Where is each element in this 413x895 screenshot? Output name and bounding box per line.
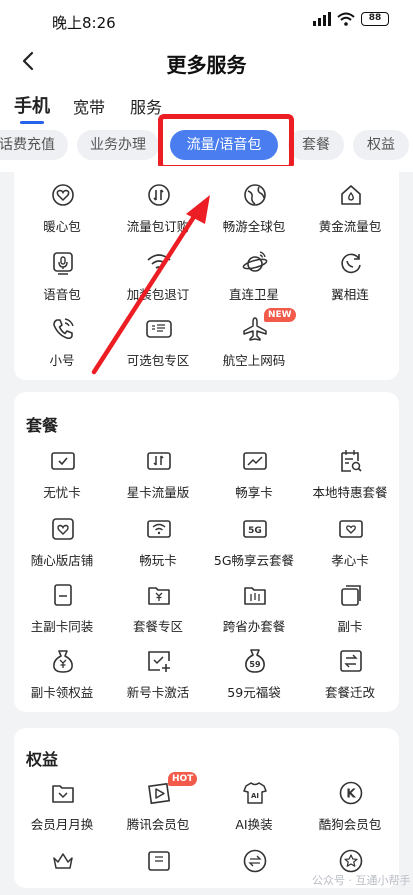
svg-text:K: K bbox=[346, 787, 356, 801]
gift-box-icon bbox=[52, 785, 74, 803]
status-bar: 晚上8:26 88 bbox=[0, 0, 413, 42]
plan-item-activate[interactable]: 新号卡激活 bbox=[110, 648, 206, 708]
service-item-optional-pack[interactable]: 可选包专区 bbox=[110, 316, 206, 376]
calendar-search-icon bbox=[341, 450, 362, 472]
service-item-data-order[interactable]: 流量包订购 bbox=[110, 182, 206, 242]
map-folder-icon bbox=[244, 587, 266, 605]
heart-card-icon bbox=[339, 520, 363, 538]
plan-item-sub-card[interactable]: 副卡 bbox=[302, 582, 398, 642]
status-time: 晚上8:26 bbox=[52, 14, 116, 32]
status-icons: 88 bbox=[313, 12, 389, 26]
plan-item-sub-benefits[interactable]: 副卡领权益 bbox=[14, 648, 110, 708]
watermark: 公众号 · 互通小帮手 bbox=[312, 874, 411, 887]
microphone-icon bbox=[53, 252, 73, 275]
svg-text:AI: AI bbox=[251, 792, 259, 800]
dual-sim-icon bbox=[54, 584, 72, 606]
benefit-item-kugou[interactable]: K 酷狗会员包 bbox=[302, 780, 398, 840]
benefit-item-partial-1[interactable] bbox=[14, 848, 110, 895]
heart-shop-icon bbox=[52, 518, 74, 540]
benefit-item-partial-2[interactable] bbox=[110, 848, 206, 895]
hot-badge: HOT bbox=[168, 772, 198, 786]
benefit-item-tencent[interactable]: HOT 腾讯会员包 bbox=[110, 772, 206, 840]
refresh-phone-icon bbox=[341, 253, 361, 274]
plan-item-wuyou[interactable]: 无忧卡 bbox=[14, 448, 110, 508]
service-item-yi-connect[interactable]: 翼相连 bbox=[302, 250, 398, 310]
swap-card-icon bbox=[340, 650, 362, 672]
chip-recharge[interactable]: 话费充值 bbox=[0, 130, 68, 160]
5g-card-icon: 5G bbox=[243, 520, 267, 538]
ai-shirt-icon: AI bbox=[243, 782, 267, 804]
service-item-flight-wifi[interactable]: NEW 航空上网码 bbox=[206, 308, 302, 376]
data-voice-card: 暖心包 流量包订购 畅游全球包 黄金流量包 语音包 加装包退订 直连卫星 翼相连… bbox=[14, 166, 399, 380]
service-item-satellite[interactable]: 直连卫星 bbox=[206, 250, 302, 310]
benefits-card: 权益 会员月月换 HOT 腾讯会员包 AI AI换装 K 酷狗会员包 bbox=[14, 728, 399, 888]
chip-business[interactable]: 业务办理 bbox=[77, 130, 159, 160]
service-item-global-pack[interactable]: 畅游全球包 bbox=[206, 182, 302, 242]
plan-item-5g-cloud[interactable]: 5G 5G畅享云套餐 bbox=[206, 516, 302, 576]
stacked-cards-icon bbox=[341, 585, 361, 606]
plan-item-changxiang[interactable]: 畅享卡 bbox=[206, 448, 302, 508]
plan-item-star-card[interactable]: 星卡流量版 bbox=[110, 448, 206, 508]
data-arrows-icon bbox=[148, 184, 170, 206]
chip-plans[interactable]: 套餐 bbox=[288, 130, 344, 160]
wifi-icon bbox=[147, 254, 171, 274]
service-item-warm-pack[interactable]: 暖心包 bbox=[14, 182, 110, 242]
optional-tag-icon bbox=[146, 320, 172, 338]
plan-item-xiaoxin[interactable]: 孝心卡 bbox=[302, 516, 398, 576]
service-item-addon-unsubscribe[interactable]: 加装包退订 bbox=[110, 250, 206, 310]
plan-item-cross-province[interactable]: 跨省办套餐 bbox=[206, 582, 302, 642]
money-bag-icon bbox=[53, 650, 73, 673]
plan-item-plan-change[interactable]: 套餐迁改 bbox=[302, 648, 398, 708]
data-card-icon bbox=[147, 452, 171, 470]
service-item-sub-number[interactable]: 小号 bbox=[14, 316, 110, 376]
plan-item-main-sub[interactable]: 主副卡同装 bbox=[14, 582, 110, 642]
chart-card-icon bbox=[243, 452, 267, 470]
star-circle-icon bbox=[339, 849, 363, 873]
page-title: 更多服务 bbox=[166, 53, 247, 77]
heart-icon bbox=[52, 184, 74, 206]
yen-folder-icon bbox=[148, 587, 170, 605]
tab-service[interactable]: 服务 bbox=[130, 94, 162, 118]
swap-circle-icon bbox=[243, 849, 267, 873]
svg-text:59: 59 bbox=[249, 660, 261, 669]
globe-icon bbox=[244, 184, 266, 206]
battery-icon: 88 bbox=[361, 12, 389, 26]
crown-icon bbox=[53, 853, 73, 869]
annotation-highlight-box bbox=[158, 114, 294, 170]
plan-item-plan-zone[interactable]: 套餐专区 bbox=[110, 582, 206, 642]
tab-phone[interactable]: 手机 bbox=[14, 92, 50, 124]
check-plus-icon bbox=[148, 651, 170, 672]
tab-broadband[interactable]: 宽带 bbox=[73, 94, 105, 118]
benefit-item-partial-3[interactable] bbox=[206, 848, 302, 895]
k-music-icon: K bbox=[339, 781, 363, 805]
section-title-benefits: 权益 bbox=[26, 750, 59, 769]
service-item-gold-data[interactable]: 黄金流量包 bbox=[302, 182, 398, 242]
section-title-plans: 套餐 bbox=[26, 416, 59, 435]
plan-item-changwan[interactable]: 畅玩卡 bbox=[110, 516, 206, 576]
svg-text:5G: 5G bbox=[248, 526, 262, 536]
plan-item-lucky-bag[interactable]: 59 59元福袋 bbox=[206, 648, 302, 708]
home-drop-icon bbox=[341, 185, 361, 205]
signal-icon bbox=[313, 12, 331, 26]
wifi-card-icon bbox=[147, 520, 171, 538]
phone-call-icon bbox=[53, 318, 74, 340]
satellite-planet-icon bbox=[242, 251, 268, 272]
service-item-voice-pack[interactable]: 语音包 bbox=[14, 250, 110, 310]
chip-benefits[interactable]: 权益 bbox=[353, 130, 409, 160]
plan-item-suixin-shop[interactable]: 随心版店铺 bbox=[14, 516, 110, 576]
benefit-item-ai-outfit[interactable]: AI AI换装 bbox=[206, 780, 302, 840]
lucky-bag-59-icon: 59 bbox=[245, 649, 265, 673]
nav-bar: 更多服务 bbox=[0, 42, 413, 82]
plans-card: 套餐 无忧卡 星卡流量版 畅享卡 本地特惠套餐 随心版店铺 畅玩卡 5G 5G畅… bbox=[14, 392, 399, 712]
new-badge: NEW bbox=[264, 308, 296, 322]
wifi-status-icon bbox=[337, 12, 355, 26]
music-card-icon bbox=[148, 851, 170, 871]
benefit-item-member-swap[interactable]: 会员月月换 bbox=[14, 780, 110, 840]
plan-item-local-offer[interactable]: 本地特惠套餐 bbox=[302, 448, 398, 508]
check-card-icon bbox=[51, 452, 75, 470]
